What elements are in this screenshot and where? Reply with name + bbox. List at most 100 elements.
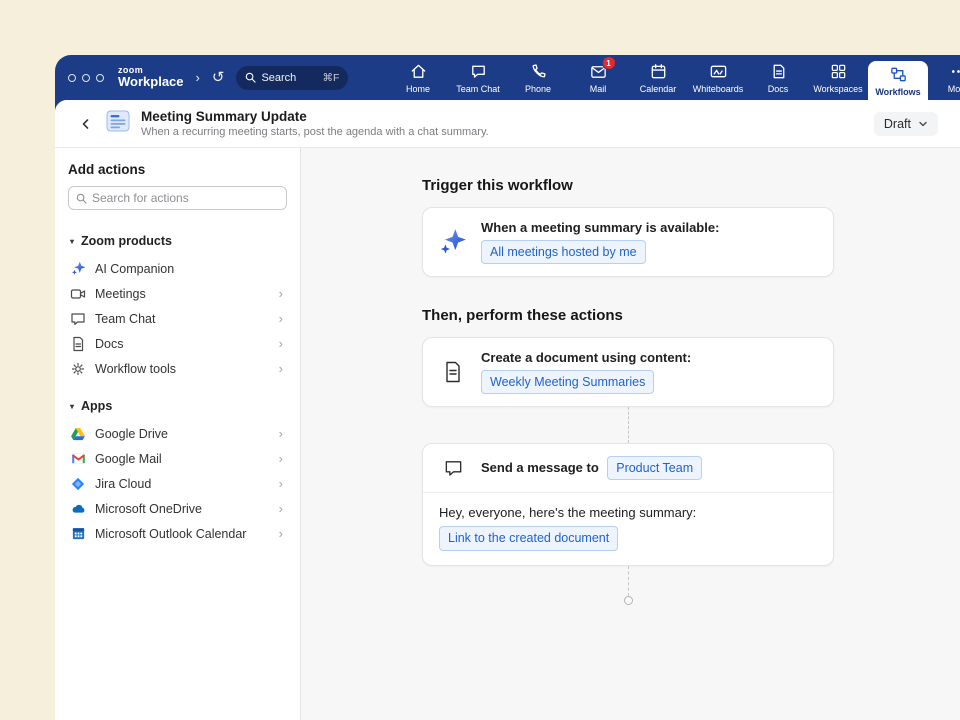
sidebar-item-google-drive[interactable]: Google Drive › bbox=[68, 421, 287, 446]
window-maximize-button[interactable] bbox=[96, 74, 104, 82]
actions-search[interactable] bbox=[68, 186, 287, 210]
sidebar-item-label: Docs bbox=[95, 337, 123, 351]
nav-tab-more[interactable]: More bbox=[928, 55, 960, 100]
nav-tab-calendar[interactable]: Calendar bbox=[628, 55, 688, 100]
team-chat-icon bbox=[70, 311, 86, 327]
body-row: Add actions ▾ Zoom products bbox=[55, 148, 960, 720]
nav-tab-team-chat[interactable]: Team Chat bbox=[448, 55, 508, 100]
nav-tab-phone[interactable]: Phone bbox=[508, 55, 568, 100]
workflows-icon bbox=[889, 65, 908, 84]
nav-tab-label: Phone bbox=[525, 84, 551, 94]
app-window: zoom Workplace › ↺ Search ⌘F Home Team C… bbox=[55, 55, 960, 720]
section-apps: ▾ Apps Google Drive › bbox=[68, 397, 287, 546]
chevron-right-icon: › bbox=[279, 287, 283, 300]
chevron-right-icon: › bbox=[279, 337, 283, 350]
actions-search-input[interactable] bbox=[92, 191, 279, 205]
search-shortcut: ⌘F bbox=[323, 72, 340, 84]
chevron-right-icon[interactable]: › bbox=[196, 70, 200, 85]
workflow-header-texts: Meeting Summary Update When a recurring … bbox=[141, 109, 489, 138]
sidebar-item-workflow-tools[interactable]: Workflow tools › bbox=[68, 356, 287, 381]
search-label: Search bbox=[261, 72, 296, 84]
search-icon bbox=[245, 72, 256, 83]
sidebar-item-ai-companion[interactable]: AI Companion bbox=[68, 256, 287, 281]
message-bubble-icon bbox=[439, 458, 467, 479]
nav-tab-label: Docs bbox=[768, 84, 789, 94]
sidebar-item-docs[interactable]: Docs › bbox=[68, 331, 287, 356]
chevron-right-icon: › bbox=[279, 477, 283, 490]
window-controls[interactable] bbox=[68, 74, 104, 82]
zoom-products-list: AI Companion Meetings › bbox=[68, 256, 287, 381]
nav-tab-mail[interactable]: 1 Mail bbox=[568, 55, 628, 100]
add-step-node[interactable] bbox=[624, 596, 633, 605]
logo-workplace-text: Workplace bbox=[118, 75, 184, 89]
create-document-card[interactable]: Create a document using content: Weekly … bbox=[422, 337, 834, 407]
nav-tab-label: Team Chat bbox=[456, 84, 500, 94]
nav-tab-label: More bbox=[948, 84, 960, 94]
window-minimize-button[interactable] bbox=[82, 74, 90, 82]
send-message-recipient-chip[interactable]: Product Team bbox=[607, 456, 702, 480]
sidebar-item-label: Microsoft OneDrive bbox=[95, 502, 202, 516]
connector-dashed-line bbox=[628, 407, 629, 443]
ai-companion-icon bbox=[70, 261, 86, 277]
section-header-zoom-products[interactable]: ▾ Zoom products bbox=[68, 232, 287, 250]
nav-tab-whiteboards[interactable]: Whiteboards bbox=[688, 55, 748, 100]
sidebar-item-jira-cloud[interactable]: Jira Cloud › bbox=[68, 471, 287, 496]
nav-tab-label: Calendar bbox=[640, 84, 677, 94]
sidebar-item-microsoft-onedrive[interactable]: Microsoft OneDrive › bbox=[68, 496, 287, 521]
nav-tab-label: Workflows bbox=[875, 87, 920, 97]
onedrive-icon bbox=[70, 501, 86, 517]
global-search[interactable]: Search ⌘F bbox=[236, 66, 348, 90]
home-icon bbox=[409, 62, 428, 81]
status-label: Draft bbox=[884, 117, 911, 131]
phone-icon bbox=[529, 62, 548, 81]
gear-icon bbox=[70, 361, 86, 377]
sidebar-item-team-chat[interactable]: Team Chat › bbox=[68, 306, 287, 331]
workflow-subtitle: When a recurring meeting starts, post th… bbox=[141, 126, 489, 138]
meetings-icon bbox=[70, 286, 86, 302]
sidebar-item-label: Meetings bbox=[95, 287, 146, 301]
nav-tab-workflows[interactable]: Workflows bbox=[868, 61, 928, 100]
chevron-right-icon: › bbox=[279, 312, 283, 325]
actions-heading: Then, perform these actions bbox=[422, 307, 834, 324]
jira-cloud-icon bbox=[70, 476, 86, 492]
send-message-card[interactable]: Send a message to Product Team Hey, ever… bbox=[422, 443, 834, 565]
nav-tab-home[interactable]: Home bbox=[388, 55, 448, 100]
calendar-icon bbox=[649, 62, 668, 81]
trigger-heading: Trigger this workflow bbox=[422, 177, 834, 194]
sidebar-item-label: Workflow tools bbox=[95, 362, 176, 376]
trigger-card[interactable]: When a meeting summary is available: All… bbox=[422, 207, 834, 277]
nav-tab-docs[interactable]: Docs bbox=[748, 55, 808, 100]
trigger-text: When a meeting summary is available: bbox=[481, 220, 719, 235]
message-link-chip[interactable]: Link to the created document bbox=[439, 526, 618, 550]
google-mail-icon bbox=[70, 451, 86, 467]
more-dots-icon bbox=[949, 62, 960, 81]
section-header-apps[interactable]: ▾ Apps bbox=[68, 397, 287, 415]
sidebar-item-label: Jira Cloud bbox=[95, 477, 151, 491]
sidebar-item-label: Google Mail bbox=[95, 452, 162, 466]
outlook-calendar-icon bbox=[70, 526, 86, 542]
nav-tabs: Home Team Chat Phone 1 Mail Calendar bbox=[388, 55, 960, 100]
create-document-chip[interactable]: Weekly Meeting Summaries bbox=[481, 370, 654, 394]
sidebar-item-microsoft-outlook-calendar[interactable]: Microsoft Outlook Calendar › bbox=[68, 521, 287, 546]
sidebar-item-label: Microsoft Outlook Calendar bbox=[95, 527, 246, 541]
nav-tab-label: Workspaces bbox=[813, 84, 862, 94]
status-dropdown[interactable]: Draft bbox=[874, 112, 938, 136]
workflow-header: Meeting Summary Update When a recurring … bbox=[55, 100, 960, 148]
back-button[interactable] bbox=[75, 113, 97, 135]
history-icon[interactable]: ↺ bbox=[212, 70, 225, 85]
nav-tab-workspaces[interactable]: Workspaces bbox=[808, 55, 868, 100]
send-message-text: Send a message to bbox=[481, 460, 599, 475]
ai-companion-icon bbox=[439, 228, 467, 256]
message-body-text: Hey, everyone, here's the meeting summar… bbox=[439, 505, 817, 520]
chevron-right-icon: › bbox=[279, 362, 283, 375]
chevron-right-icon: › bbox=[279, 502, 283, 515]
sidebar-item-meetings[interactable]: Meetings › bbox=[68, 281, 287, 306]
section-label: Zoom products bbox=[81, 234, 172, 248]
mail-badge: 1 bbox=[602, 56, 616, 70]
sidebar-item-google-mail[interactable]: Google Mail › bbox=[68, 446, 287, 471]
trigger-chip[interactable]: All meetings hosted by me bbox=[481, 240, 646, 264]
window-close-button[interactable] bbox=[68, 74, 76, 82]
caret-down-icon: ▾ bbox=[70, 402, 74, 411]
sidebar-item-label: AI Companion bbox=[95, 262, 174, 276]
section-zoom-products: ▾ Zoom products AI Companion bbox=[68, 232, 287, 381]
